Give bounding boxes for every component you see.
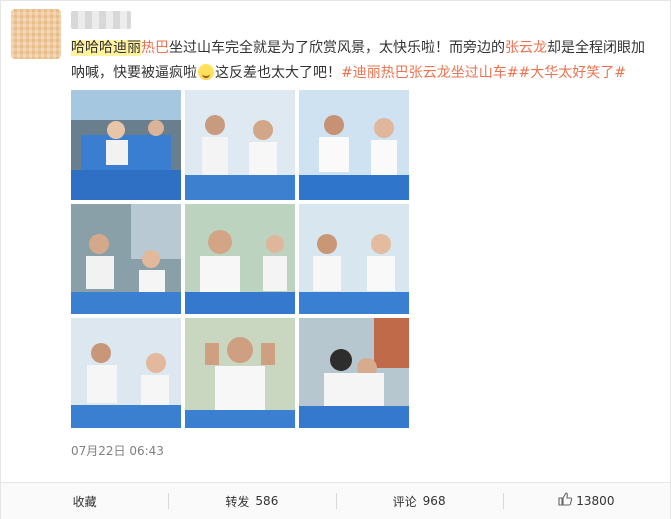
weibo-post-card: 哈哈哈迪丽热巴坐过山车完全就是为了欣赏风景，太快乐啦！而旁边的张云龙却是全程闭眼… — [0, 0, 671, 519]
post-text: 哈哈哈迪丽热巴坐过山车完全就是为了欣赏风景，太快乐啦！而旁边的张云龙却是全程闭眼… — [71, 36, 656, 86]
repost-count: 586 — [255, 494, 279, 508]
topic-link[interactable]: 坐过山车##大华太好笑了# — [451, 65, 626, 81]
comment-label: 评论 — [392, 494, 417, 509]
photo-thumbnail[interactable] — [299, 90, 409, 200]
photo-grid — [71, 90, 411, 430]
photo-thumbnail[interactable] — [185, 318, 295, 428]
favorite-button[interactable]: 收藏 — [1, 483, 168, 519]
topic-link[interactable]: #迪丽 — [341, 65, 381, 81]
text-segment: 热巴 — [141, 40, 169, 56]
like-button[interactable]: 13800 — [502, 483, 670, 519]
topic-link[interactable]: 热巴张云龙 — [381, 65, 451, 81]
photo-thumbnail[interactable] — [185, 90, 295, 200]
action-bar: 收藏 转发 586 评论 968 13800 — [1, 482, 670, 519]
text-segment: 张云龙 — [505, 40, 547, 56]
text-segment: 哈哈哈迪丽 — [71, 40, 141, 56]
photo-thumbnail[interactable] — [299, 318, 409, 428]
text-segment: 这反差也太大了吧！ — [215, 65, 341, 81]
grin-sweat-emoji-icon — [198, 64, 214, 80]
like-count: 13800 — [576, 494, 615, 508]
comment-count: 968 — [422, 494, 446, 508]
photo-thumbnail[interactable] — [71, 90, 181, 200]
photo-thumbnail[interactable] — [71, 204, 181, 314]
repost-button[interactable]: 转发 586 — [168, 483, 335, 519]
photo-thumbnail[interactable] — [299, 204, 409, 314]
photo-thumbnail[interactable] — [71, 318, 181, 428]
post-timestamp[interactable]: 07月22日 06:43 — [71, 442, 164, 459]
text-segment: 坐过山车完全就是为了欣赏风景，太快乐啦！而旁边的 — [169, 40, 505, 56]
avatar[interactable] — [11, 9, 61, 59]
repost-label: 转发 — [225, 494, 250, 509]
comment-button[interactable]: 评论 968 — [335, 483, 503, 519]
photo-thumbnail[interactable] — [185, 204, 295, 314]
username-blurred[interactable] — [71, 11, 131, 29]
thumbs-up-icon — [558, 492, 573, 510]
favorite-label: 收藏 — [72, 494, 97, 509]
